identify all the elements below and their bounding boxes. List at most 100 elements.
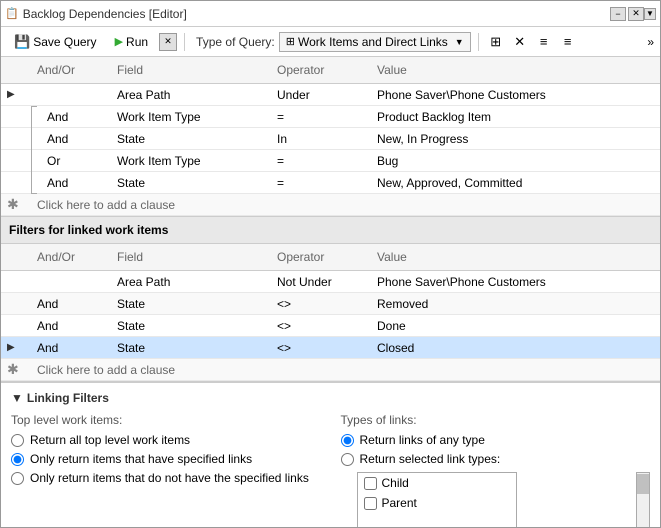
collapse-button[interactable]: ▼ (644, 8, 656, 20)
header-operator: Operator (271, 61, 371, 79)
radio-selected-input[interactable] (341, 453, 354, 466)
row-andor: And (31, 130, 111, 148)
row-value: New, In Progress (371, 130, 660, 148)
row-field: Work Item Type (111, 152, 271, 170)
save-label: Save Query (33, 35, 96, 49)
row-value: Removed (371, 295, 660, 313)
toolbar-icon-4[interactable]: ≡ (558, 32, 578, 52)
row-field: State (111, 130, 271, 148)
radio-option-selected[interactable]: Return selected link types: (341, 452, 651, 466)
header-arrow-col (1, 61, 31, 79)
child-checkbox[interactable] (364, 477, 377, 490)
row-andor (31, 280, 111, 284)
toolbar-icon-2[interactable]: ✕ (510, 32, 530, 52)
title-bar: 📋 Backlog Dependencies [Editor] − ✕ ▼ (1, 1, 660, 27)
linked-section: Filters for linked work items And/Or Fie… (1, 216, 660, 381)
grid-header-top: And/Or Field Operator Value (1, 57, 660, 84)
header-field: Field (111, 61, 271, 79)
row-operator: In (271, 130, 371, 148)
add-clause-label[interactable]: Click here to add a clause (31, 196, 660, 214)
row-field: Work Item Type (111, 108, 271, 126)
linking-filters-label: Linking Filters (27, 391, 109, 405)
collapse-arrow-icon[interactable]: ▼ (11, 391, 23, 405)
pin-button[interactable]: − (610, 7, 626, 21)
row-value: Phone Saver\Phone Customers (371, 86, 660, 104)
toolbar-icon-1[interactable]: ⊞ (486, 32, 506, 52)
radio-donot-label: Only return items that do not have the s… (30, 471, 309, 485)
table-row[interactable]: ▶ And State <> Closed (1, 337, 660, 359)
link-types-list[interactable]: Child Parent (357, 472, 517, 527)
list-item[interactable]: Parent (358, 493, 516, 513)
table-row[interactable]: ▶ Area Path Under Phone Saver\Phone Cust… (1, 84, 660, 106)
radio-all-label: Return all top level work items (30, 433, 190, 447)
table-row[interactable]: And State In New, In Progress (1, 128, 660, 150)
add-icon: ✱ (7, 196, 19, 212)
radio-specified-input[interactable] (11, 453, 24, 466)
toolbar-overflow[interactable]: » (647, 35, 654, 49)
toolbar-icon-3[interactable]: ≡ (534, 32, 554, 52)
radio-option-donot[interactable]: Only return items that do not have the s… (11, 471, 321, 485)
table-row[interactable]: And Work Item Type = Product Backlog Ite… (1, 106, 660, 128)
radio-anytype-input[interactable] (341, 434, 354, 447)
close-button[interactable]: ✕ (628, 7, 644, 21)
row-arrow-cell: ▶ (1, 87, 31, 102)
row-operator: = (271, 152, 371, 170)
parent-checkbox[interactable] (364, 497, 377, 510)
linked-section-header: Filters for linked work items (1, 216, 660, 244)
expand-arrow-icon: ▶ (7, 342, 15, 353)
row-arrow-cell (1, 280, 31, 284)
row-field: Area Path (111, 273, 271, 291)
top-level-label: Top level work items: (11, 413, 321, 427)
query-type-value: Work Items and Direct Links (298, 35, 448, 49)
radio-option-specified[interactable]: Only return items that have specified li… (11, 452, 321, 466)
cancel-run-button[interactable]: ✕ (159, 33, 177, 51)
parent-label: Parent (382, 496, 417, 510)
row-operator: <> (271, 295, 371, 313)
toolbar: 💾 Save Query ▶ Run ✕ Type of Query: ⊞ Wo… (1, 27, 660, 57)
table-row[interactable]: Or Work Item Type = Bug (1, 150, 660, 172)
asterisk-cell-2: ✱ (1, 359, 31, 380)
types-label: Types of links: (341, 413, 651, 427)
row-operator: Not Under (271, 273, 371, 291)
row-arrow-cell (1, 302, 31, 306)
add-clause-row-top[interactable]: ✱ Click here to add a clause (1, 194, 660, 216)
radio-specified-label: Only return items that have specified li… (30, 452, 252, 466)
scrollbar-thumb[interactable] (637, 474, 649, 494)
radio-option-all[interactable]: Return all top level work items (11, 433, 321, 447)
list-item[interactable]: Child (358, 473, 516, 493)
linking-filters-title: ▼ Linking Filters (11, 391, 650, 405)
row-andor: And (31, 317, 111, 335)
row-value: Done (371, 317, 660, 335)
linking-content: Top level work items: Return all top lev… (11, 413, 650, 527)
add-clause-row-linked[interactable]: ✱ Click here to add a clause (1, 359, 660, 381)
linking-filters-section: ▼ Linking Filters Top level work items: … (1, 381, 660, 527)
row-field: State (111, 339, 271, 357)
save-query-button[interactable]: 💾 Save Query (7, 31, 104, 53)
row-arrow-cell (1, 159, 31, 163)
row-field: State (111, 295, 271, 313)
header-andor: And/Or (31, 61, 111, 79)
title-bar-icon: 📋 (5, 7, 19, 20)
row-arrow-cell: ▶ (1, 340, 31, 355)
header-arrow-col-2 (1, 248, 31, 266)
table-row[interactable]: Area Path Not Under Phone Saver\Phone Cu… (1, 271, 660, 293)
grid-header-linked: And/Or Field Operator Value (1, 244, 660, 271)
top-query-grid: And/Or Field Operator Value ▶ Area Path … (1, 57, 660, 216)
row-value: Product Backlog Item (371, 108, 660, 126)
radio-all-input[interactable] (11, 434, 24, 447)
add-clause-label-2[interactable]: Click here to add a clause (31, 361, 660, 379)
table-row[interactable]: And State <> Removed (1, 293, 660, 315)
radio-donot-input[interactable] (11, 472, 24, 485)
main-window: 📋 Backlog Dependencies [Editor] − ✕ ▼ 💾 … (0, 0, 661, 528)
scrollbar[interactable] (636, 472, 650, 527)
row-value: Bug (371, 152, 660, 170)
header-field-2: Field (111, 248, 271, 266)
run-icon: ▶ (115, 35, 123, 48)
separator-1 (184, 33, 185, 51)
table-row[interactable]: And State <> Done (1, 315, 660, 337)
row-value: Phone Saver\Phone Customers (371, 273, 660, 291)
table-row[interactable]: And State = New, Approved, Committed (1, 172, 660, 194)
query-type-dropdown[interactable]: ⊞ Work Items and Direct Links ▼ (279, 32, 471, 52)
run-button[interactable]: ▶ Run (108, 32, 155, 52)
radio-option-anytype[interactable]: Return links of any type (341, 433, 651, 447)
